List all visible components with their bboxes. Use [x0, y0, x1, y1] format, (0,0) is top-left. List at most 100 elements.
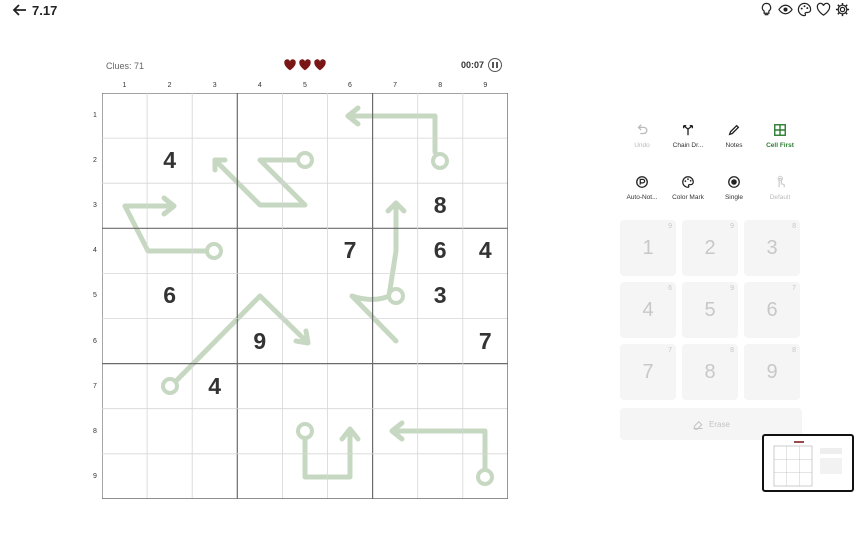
grid-cell[interactable]: [237, 138, 282, 183]
grid-cell[interactable]: [102, 273, 147, 318]
digit-key[interactable]: 77: [620, 344, 676, 400]
grid-cell[interactable]: [328, 273, 373, 318]
grid-cell[interactable]: [102, 409, 147, 454]
palette-icon[interactable]: [797, 1, 812, 18]
grid-cell[interactable]: [282, 273, 327, 318]
grid-cell[interactable]: [373, 273, 418, 318]
single-button[interactable]: Single: [710, 174, 758, 201]
grid-cell[interactable]: 3: [418, 273, 463, 318]
grid-cell[interactable]: [373, 228, 418, 273]
grid-cell[interactable]: [418, 409, 463, 454]
grid-cell[interactable]: [237, 409, 282, 454]
grid-cell[interactable]: [102, 138, 147, 183]
grid-cell[interactable]: [147, 454, 192, 499]
grid-cell[interactable]: 4: [147, 138, 192, 183]
grid-cell[interactable]: 4: [192, 364, 237, 409]
digit-key[interactable]: 29: [682, 220, 738, 276]
grid-cell[interactable]: [463, 183, 508, 228]
grid-cell[interactable]: [282, 454, 327, 499]
grid-cell[interactable]: [373, 93, 418, 138]
grid-cell[interactable]: [463, 138, 508, 183]
grid-cell[interactable]: [147, 319, 192, 364]
digit-key[interactable]: 46: [620, 282, 676, 338]
grid-cell[interactable]: [147, 409, 192, 454]
grid-cell[interactable]: [147, 228, 192, 273]
grid-cell[interactable]: [147, 364, 192, 409]
grid-cell[interactable]: [282, 93, 327, 138]
digit-key[interactable]: 38: [744, 220, 800, 276]
digit-key[interactable]: 59: [682, 282, 738, 338]
grid-cell[interactable]: [192, 93, 237, 138]
default-button[interactable]: Default: [756, 174, 804, 201]
back-button[interactable]: 7.17: [12, 2, 57, 18]
grid-cell[interactable]: 9: [237, 319, 282, 364]
grid-cell[interactable]: [192, 183, 237, 228]
grid-cell[interactable]: 6: [418, 228, 463, 273]
grid-cell[interactable]: [102, 183, 147, 228]
grid-cell[interactable]: [147, 93, 192, 138]
chain-draw-button[interactable]: Chain Dr...: [664, 122, 712, 149]
grid-cell[interactable]: [463, 454, 508, 499]
minimap[interactable]: [762, 434, 854, 492]
grid-cell[interactable]: [192, 138, 237, 183]
grid-cell[interactable]: [282, 228, 327, 273]
grid-cell[interactable]: [463, 364, 508, 409]
digit-key[interactable]: 67: [744, 282, 800, 338]
grid-cell[interactable]: [328, 454, 373, 499]
grid-cell[interactable]: [418, 93, 463, 138]
auto-notes-button[interactable]: Auto-Not...: [618, 174, 666, 201]
grid-cell[interactable]: [463, 93, 508, 138]
grid-cell[interactable]: [418, 319, 463, 364]
grid-cell[interactable]: [373, 454, 418, 499]
grid-cell[interactable]: [147, 183, 192, 228]
grid-cell[interactable]: [237, 183, 282, 228]
grid-cell[interactable]: [192, 454, 237, 499]
grid-cell[interactable]: [373, 138, 418, 183]
grid-cell[interactable]: [192, 409, 237, 454]
grid-cell[interactable]: [102, 454, 147, 499]
grid-cell[interactable]: [102, 93, 147, 138]
sudoku-board[interactable]: 4876463974: [102, 93, 508, 499]
grid-cell[interactable]: [192, 273, 237, 318]
eye-icon[interactable]: [778, 1, 793, 18]
grid-cell[interactable]: [373, 183, 418, 228]
grid-cell[interactable]: [463, 409, 508, 454]
grid-cell[interactable]: [237, 273, 282, 318]
grid-cell[interactable]: 4: [463, 228, 508, 273]
grid-cell[interactable]: 7: [328, 228, 373, 273]
gear-icon[interactable]: [835, 1, 850, 18]
grid-cell[interactable]: [418, 454, 463, 499]
grid-cell[interactable]: [373, 364, 418, 409]
grid-cell[interactable]: [328, 138, 373, 183]
grid-cell[interactable]: [237, 454, 282, 499]
grid-cell[interactable]: [328, 183, 373, 228]
grid-cell[interactable]: [373, 319, 418, 364]
grid-cell[interactable]: [237, 93, 282, 138]
cell-first-button[interactable]: Cell First: [756, 122, 804, 149]
grid-cell[interactable]: [192, 228, 237, 273]
grid-cell[interactable]: [237, 228, 282, 273]
grid-cell[interactable]: [282, 183, 327, 228]
digit-key[interactable]: 19: [620, 220, 676, 276]
grid-cell[interactable]: [418, 138, 463, 183]
grid-cell[interactable]: [418, 364, 463, 409]
grid-cell[interactable]: [237, 364, 282, 409]
grid-cell[interactable]: [282, 364, 327, 409]
undo-button[interactable]: Undo: [618, 122, 666, 149]
digit-key[interactable]: 88: [682, 344, 738, 400]
grid-cell[interactable]: [328, 364, 373, 409]
grid-cell[interactable]: 6: [147, 273, 192, 318]
grid-cell[interactable]: [463, 273, 508, 318]
pause-button[interactable]: [488, 58, 502, 72]
grid-cell[interactable]: [328, 93, 373, 138]
grid-cell[interactable]: [328, 319, 373, 364]
grid-cell[interactable]: [373, 409, 418, 454]
heart-icon[interactable]: [816, 1, 831, 18]
notes-button[interactable]: Notes: [710, 122, 758, 149]
grid-cell[interactable]: [328, 409, 373, 454]
grid-cell[interactable]: [102, 364, 147, 409]
grid-cell[interactable]: [282, 319, 327, 364]
grid-cell[interactable]: [102, 228, 147, 273]
grid-cell[interactable]: [192, 319, 237, 364]
grid-cell[interactable]: [282, 138, 327, 183]
